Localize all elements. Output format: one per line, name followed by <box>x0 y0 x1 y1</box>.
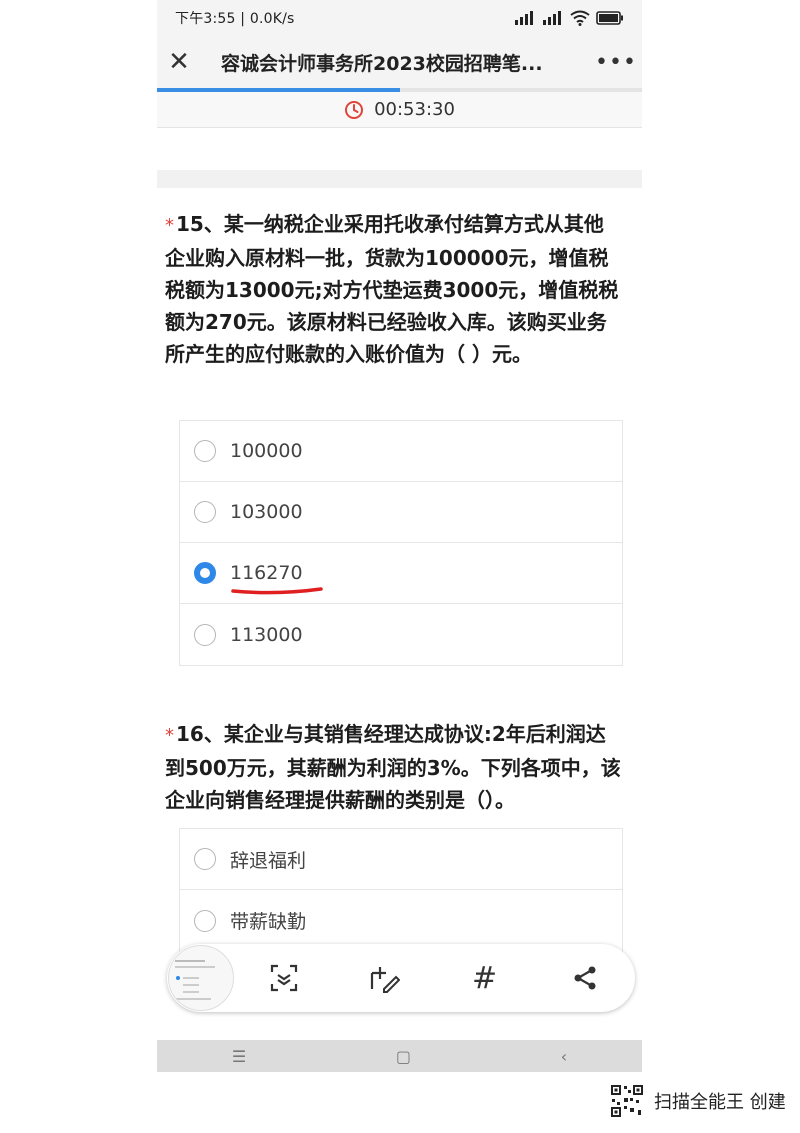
option-15-b[interactable]: 103000 <box>180 482 622 543</box>
radio-button[interactable] <box>194 623 216 646</box>
menu-icon[interactable]: ☰ <box>232 1047 246 1066</box>
question-15-body: 15、某一纳税企业采用托收承付结算方式从其他企业购入原材料一批，货款为10000… <box>165 212 619 366</box>
more-options-icon[interactable]: ••• <box>590 50 642 75</box>
option-label: 113000 <box>230 623 303 646</box>
option-label: 带薪缺勤 <box>230 911 307 933</box>
signal-icon <box>515 11 533 25</box>
option-label: 103000 <box>230 501 303 523</box>
question-16-body: 16、某企业与其销售经理达成协议:2年后利润达到500万元，其薪酬为利润的3%。… <box>165 722 621 812</box>
option-15-d[interactable]: 113000 <box>180 604 622 665</box>
edit-icon[interactable] <box>334 963 434 993</box>
page-title: 容诚会计师事务所2023校园招聘笔... <box>221 52 543 75</box>
phone-screen: 下午3:55 | 0.0K/s ✕ 容诚会计师事务所2023校园招聘笔... •… <box>157 0 642 1072</box>
camscanner-watermark: 扫描全能王 创建 <box>610 1084 786 1118</box>
question-card-15: * 15、某一纳税企业采用托收承付结算方式从其他企业购入原材料一批，货款为1000… <box>157 188 642 698</box>
red-underline-annotation <box>231 587 323 595</box>
status-icons <box>514 10 624 26</box>
question-text-15: * 15、某一纳税企业采用托收承付结算方式从其他企业购入原材料一批，货款为1000… <box>165 208 622 370</box>
back-icon[interactable]: ‹ <box>561 1047 567 1066</box>
wifi-icon <box>570 10 590 26</box>
options-list-16: 辞退福利 带薪缺勤 <box>179 828 623 952</box>
system-navigation-bar: ☰ ▢ ‹ <box>157 1040 642 1072</box>
scan-icon[interactable] <box>234 963 334 993</box>
previous-question-card <box>157 128 642 170</box>
option-label: 100000 <box>230 440 303 462</box>
option-label: 116270 <box>230 562 303 584</box>
signal-icon <box>543 11 561 25</box>
floating-toolbar: # <box>167 944 635 1012</box>
radio-button[interactable] <box>194 440 216 462</box>
required-star: * <box>165 215 174 236</box>
options-list-15: 100000 103000 116270 113000 <box>179 420 623 666</box>
required-star: * <box>165 725 174 746</box>
option-label: 辞退福利 <box>230 849 307 872</box>
question-card-16: * 16、某企业与其销售经理达成协议:2年后利润达到500万元，其薪酬为利润的3%… <box>157 698 642 1072</box>
question-list[interactable]: * 15、某一纳税企业采用托收承付结算方式从其他企业购入原材料一批，货款为1000… <box>157 128 642 1072</box>
option-16-b[interactable]: 带薪缺勤 <box>180 890 622 951</box>
hashtag-icon[interactable]: # <box>435 961 535 996</box>
clock-icon <box>345 100 364 119</box>
option-15-a[interactable]: 100000 <box>180 421 622 482</box>
battery-icon <box>596 11 623 25</box>
close-icon[interactable]: ✕ <box>159 47 199 77</box>
home-icon[interactable]: ▢ <box>396 1047 411 1066</box>
option-16-a[interactable]: 辞退福利 <box>180 829 622 890</box>
question-text-16: * 16、某企业与其销售经理达成协议:2年后利润达到500万元，其薪酬为利润的3%… <box>165 718 622 816</box>
radio-button-selected[interactable] <box>194 562 216 584</box>
watermark-text: 扫描全能王 创建 <box>654 1092 786 1113</box>
thumbnail-preview-icon <box>175 960 215 1000</box>
qr-code-icon <box>610 1084 644 1118</box>
countdown-timer: 00:53:30 <box>157 92 642 128</box>
share-icon[interactable] <box>535 964 635 992</box>
app-header: ✕ 容诚会计师事务所2023校园招聘笔... ••• <box>157 36 642 88</box>
radio-button[interactable] <box>194 909 216 932</box>
page-thumbnail[interactable] <box>168 945 234 1011</box>
radio-button[interactable] <box>194 501 216 523</box>
status-time-speed: 下午3:55 | 0.0K/s <box>175 11 295 27</box>
radio-button[interactable] <box>194 848 216 870</box>
timer-value: 00:53:30 <box>374 99 455 120</box>
status-bar: 下午3:55 | 0.0K/s <box>157 0 642 36</box>
